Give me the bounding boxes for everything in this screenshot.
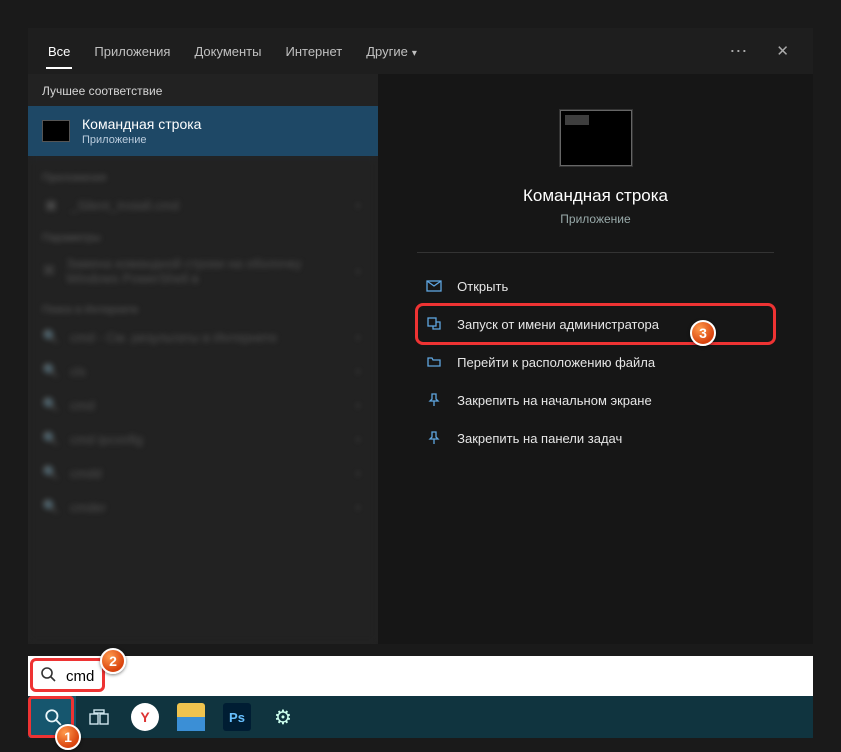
taskbar-app-settings[interactable]: ⚙ [260, 696, 306, 738]
close-button[interactable]: ✕ [760, 42, 805, 60]
open-icon [425, 277, 443, 295]
taskbar-app-explorer[interactable] [168, 696, 214, 738]
taskbar-app-yandex[interactable]: Y [122, 696, 168, 738]
action-run-as-admin[interactable]: Запуск от имени администратора [417, 305, 774, 343]
folder-icon [425, 353, 443, 371]
search-bar[interactable] [28, 656, 813, 696]
action-pin-taskbar[interactable]: Закрепить на панели задач [417, 419, 774, 457]
list-item[interactable]: ⌘Замена командной строки на оболочку Win… [28, 248, 378, 294]
action-open-location[interactable]: Перейти к расположению файла [417, 343, 774, 381]
category-params: Параметры [28, 222, 378, 248]
taskbar: Y Ps ⚙ [28, 696, 813, 738]
tab-apps[interactable]: Приложения [82, 30, 182, 73]
chevron-down-icon: ▾ [412, 48, 417, 59]
best-match-title: Командная строка [82, 116, 201, 132]
best-match-label: Лучшее соответствие [28, 74, 378, 106]
action-pin-start[interactable]: Закрепить на начальном экране [417, 381, 774, 419]
results-column: Лучшее соответствие Командная строка При… [28, 74, 378, 644]
shield-icon [425, 315, 443, 333]
tab-all[interactable]: Все [36, 30, 82, 73]
category-apps: Приложения [28, 162, 378, 188]
action-label: Перейти к расположению файла [457, 355, 655, 370]
tab-documents[interactable]: Документы [182, 30, 273, 73]
list-item[interactable]: 🔍cmd› [28, 388, 378, 422]
pin-icon [425, 391, 443, 409]
category-web: Поиск в Интернете [28, 294, 378, 320]
preview-subtitle: Приложение [560, 212, 630, 226]
search-input[interactable] [66, 668, 801, 685]
preview-column: Командная строка Приложение Открыть Запу… [378, 74, 813, 644]
best-match-item[interactable]: Командная строка Приложение [28, 106, 378, 156]
action-label: Запуск от имени администратора [457, 317, 659, 332]
tab-internet[interactable]: Интернет [273, 30, 354, 73]
list-item[interactable]: ▣_Silent_Install.cmd› [28, 188, 378, 222]
cmd-icon [42, 120, 70, 142]
action-label: Закрепить на начальном экране [457, 393, 652, 408]
list-item[interactable]: 🔍cmdd› [28, 456, 378, 490]
pin-icon [425, 429, 443, 447]
annotation-badge-3: 3 [690, 320, 716, 346]
annotation-badge-2: 2 [100, 648, 126, 674]
list-item[interactable]: 🔍cmder› [28, 490, 378, 524]
preview-title: Командная строка [523, 186, 668, 206]
divider [417, 252, 774, 253]
annotation-badge-1: 1 [55, 724, 81, 750]
best-match-subtitle: Приложение [82, 134, 201, 146]
more-button[interactable]: ⋯ [717, 41, 760, 62]
action-label: Открыть [457, 279, 508, 294]
search-tabs: Все Приложения Документы Интернет Другие… [28, 28, 813, 74]
gear-icon: ⚙ [274, 705, 292, 730]
list-item[interactable]: 🔍cmd ipconfig› [28, 422, 378, 456]
action-label: Закрепить на панели задач [457, 431, 622, 446]
taskbar-app-photoshop[interactable]: Ps [214, 696, 260, 738]
tab-other[interactable]: Другие▾ [354, 30, 429, 73]
task-view-button[interactable] [76, 696, 122, 738]
search-icon [40, 666, 56, 687]
cmd-preview-icon [560, 110, 632, 166]
list-item[interactable]: 🔍cls› [28, 354, 378, 388]
actions-list: Открыть Запуск от имени администратора П… [417, 267, 774, 457]
list-item[interactable]: 🔍cmd - См. результаты в Интернете› [28, 320, 378, 354]
action-open[interactable]: Открыть [417, 267, 774, 305]
other-results: Приложения ▣_Silent_Install.cmd› Парамет… [28, 156, 378, 644]
